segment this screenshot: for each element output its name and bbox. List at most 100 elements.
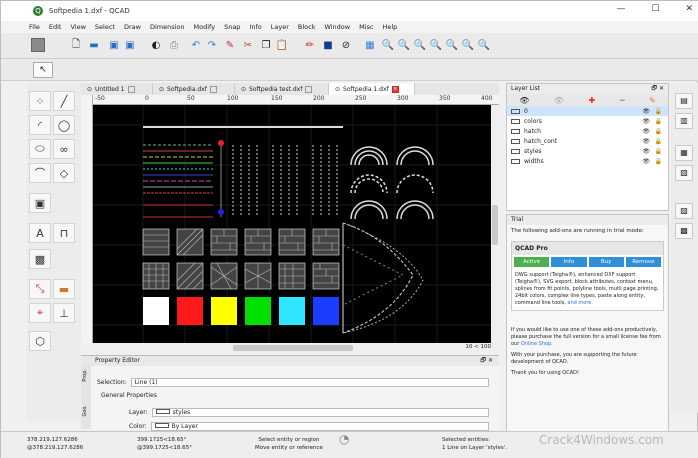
menu-file[interactable]: File bbox=[29, 23, 40, 31]
lock-icon[interactable]: 🔒 bbox=[655, 148, 662, 155]
save-icon[interactable]: ▣ bbox=[107, 38, 121, 52]
close-tab-icon[interactable] bbox=[127, 85, 135, 93]
zoom-auto-icon[interactable]: 🔍 bbox=[429, 38, 443, 52]
line-tool-icon[interactable]: ╱ bbox=[53, 91, 75, 111]
tab-geometry[interactable]: Geo. bbox=[82, 405, 90, 417]
redo-icon[interactable]: ↷ bbox=[205, 38, 219, 52]
horizontal-scrollbar[interactable]: 10 < 100 bbox=[93, 343, 499, 353]
save-as-icon[interactable]: ▣ bbox=[123, 38, 137, 52]
ellipse-tool-icon[interactable]: ⬭ bbox=[29, 139, 51, 159]
measure-tool-icon[interactable]: ▬ bbox=[53, 279, 75, 299]
color-dropdown[interactable]: By Layer bbox=[150, 422, 489, 431]
point-tool-icon[interactable]: ⁘ bbox=[29, 91, 51, 111]
menu-draw[interactable]: Draw bbox=[124, 23, 141, 31]
selection-dropdown[interactable]: Line (1) bbox=[130, 378, 489, 387]
close-tab-icon[interactable]: × bbox=[391, 85, 399, 93]
vertical-scrollbar[interactable] bbox=[491, 105, 499, 343]
layer-row-hatch-cont[interactable]: hatch_cont 👁 🔒 bbox=[507, 136, 668, 146]
menu-misc[interactable]: Misc bbox=[359, 23, 373, 31]
menu-block[interactable]: Block bbox=[298, 23, 316, 31]
menu-snap[interactable]: Snap bbox=[224, 23, 240, 31]
print-preview-icon[interactable]: ◐ bbox=[149, 38, 163, 52]
image-tool-icon[interactable]: ▣ bbox=[29, 193, 51, 213]
menu-edit[interactable]: Edit bbox=[49, 23, 62, 31]
close-tab-icon[interactable] bbox=[305, 85, 313, 93]
hatch-tool-icon[interactable]: ▩ bbox=[29, 249, 51, 269]
property-dock-icon[interactable]: ▨ bbox=[675, 203, 693, 219]
eye-icon[interactable]: 👁 bbox=[642, 108, 650, 115]
tab-softpedia-1[interactable]: ⊙ Softpedia 1.dxf × bbox=[329, 83, 415, 95]
block-list-dock-icon[interactable]: ▥ bbox=[675, 113, 693, 129]
tab-properties[interactable]: Prop. bbox=[82, 369, 90, 382]
tab-untitled-1[interactable]: ⊙ Untitled 1 bbox=[81, 83, 153, 95]
eye-icon[interactable]: 👁 bbox=[642, 118, 650, 125]
library-dock-icon[interactable]: ▦ bbox=[675, 145, 693, 161]
shape-tool-icon[interactable]: ◇ bbox=[53, 163, 75, 183]
panel-controls-icon[interactable]: 🗗 ✕ bbox=[480, 356, 493, 366]
menu-view[interactable]: View bbox=[70, 23, 85, 31]
spline-tool-icon[interactable]: ∞ bbox=[53, 139, 75, 159]
menu-window[interactable]: Window bbox=[324, 23, 350, 31]
scrollbar-thumb[interactable] bbox=[492, 205, 498, 245]
eye-icon[interactable]: 👁 bbox=[642, 148, 650, 155]
linetype-icon[interactable]: ⊘ bbox=[339, 38, 353, 52]
zoom-pan-icon[interactable]: 🔍 bbox=[477, 38, 491, 52]
polyline-tool-icon[interactable]: ⌒ bbox=[29, 163, 51, 183]
history-dock-icon[interactable]: ▩ bbox=[675, 223, 693, 239]
remove-button[interactable]: Remove bbox=[625, 257, 661, 267]
print-icon[interactable]: ⎙ bbox=[167, 38, 181, 52]
menu-modify[interactable]: Modify bbox=[194, 23, 216, 31]
info-tool-icon[interactable]: ⊥ bbox=[53, 303, 75, 323]
zoom-previous-icon[interactable]: 🔍 bbox=[445, 38, 459, 52]
eye-icon[interactable]: 👁 bbox=[642, 128, 650, 135]
zoom-selection-icon[interactable]: 🔍 bbox=[461, 38, 475, 52]
lock-icon[interactable]: 🔒 bbox=[655, 138, 662, 145]
tab-softpedia-test[interactable]: ⊙ Softpedia test.dxf bbox=[235, 83, 329, 95]
main-menu-icon[interactable] bbox=[31, 38, 45, 52]
layer-row-styles[interactable]: styles 👁 🔒 bbox=[507, 146, 668, 156]
select-arrow-button[interactable]: ↖ bbox=[33, 62, 53, 78]
pencil-icon[interactable]: ✏ bbox=[303, 38, 317, 52]
layer-row-widths[interactable]: widths 👁 🔒 bbox=[507, 156, 668, 166]
layer-list-dock-icon[interactable]: ▤ bbox=[675, 93, 693, 109]
maximize-button[interactable]: ☐ bbox=[651, 4, 659, 14]
color-icon[interactable]: ■ bbox=[321, 38, 335, 52]
layer-row-colors[interactable]: colors 👁 🔒 bbox=[507, 116, 668, 126]
tab-softpedia[interactable]: ⊙ Softpedia.dxf bbox=[153, 83, 235, 95]
menu-dimension[interactable]: Dimension bbox=[150, 23, 185, 31]
eye-icon[interactable]: 👁 bbox=[642, 158, 650, 165]
scrollbar-thumb[interactable] bbox=[233, 345, 353, 351]
lock-icon[interactable]: 🔒 bbox=[655, 118, 662, 125]
hide-all-layers-icon[interactable]: 👁 bbox=[554, 96, 564, 105]
cut-icon[interactable]: ✂ bbox=[241, 38, 255, 52]
layer-dropdown[interactable]: styles bbox=[151, 408, 489, 417]
lock-icon[interactable]: 🔒 bbox=[655, 158, 662, 165]
online-shop-link[interactable]: Online Shop. bbox=[521, 341, 553, 347]
new-file-icon[interactable]: 🗋 bbox=[69, 38, 83, 52]
menu-layer[interactable]: Layer bbox=[271, 23, 289, 31]
text-tool-icon[interactable]: A bbox=[29, 223, 51, 243]
add-layer-icon[interactable]: ✚ bbox=[589, 96, 596, 105]
close-tab-icon[interactable] bbox=[209, 85, 217, 93]
grid-icon[interactable]: ▦ bbox=[363, 38, 377, 52]
open-file-icon[interactable]: ▬ bbox=[87, 38, 101, 52]
zoom-window-icon[interactable]: 🔍 bbox=[413, 38, 427, 52]
active-button[interactable]: Active bbox=[514, 257, 550, 267]
menu-info[interactable]: Info bbox=[249, 23, 261, 31]
modify-tool-icon[interactable]: ⤡ bbox=[29, 279, 51, 299]
lock-icon[interactable]: 🔒 bbox=[655, 108, 662, 115]
menu-select[interactable]: Select bbox=[95, 23, 115, 31]
buy-button[interactable]: Buy bbox=[588, 257, 624, 267]
command-dock-icon[interactable]: ▧ bbox=[675, 165, 693, 181]
menu-help[interactable]: Help bbox=[382, 23, 397, 31]
dimension-tool-icon[interactable]: ⊓ bbox=[53, 223, 75, 243]
paste-icon[interactable]: 📋 bbox=[275, 38, 289, 52]
and-more-link[interactable]: and more. bbox=[567, 300, 593, 306]
remove-layer-icon[interactable]: ━ bbox=[620, 96, 625, 105]
zoom-out-icon[interactable]: 🔍 bbox=[397, 38, 411, 52]
layer-row-0[interactable]: 0 👁 🔒 bbox=[507, 106, 668, 116]
close-button[interactable]: ✕ bbox=[685, 4, 693, 14]
circle-tool-icon[interactable]: ◯ bbox=[53, 115, 75, 135]
edit-layer-icon[interactable]: ✎ bbox=[649, 96, 656, 105]
lock-icon[interactable]: 🔒 bbox=[655, 128, 662, 135]
